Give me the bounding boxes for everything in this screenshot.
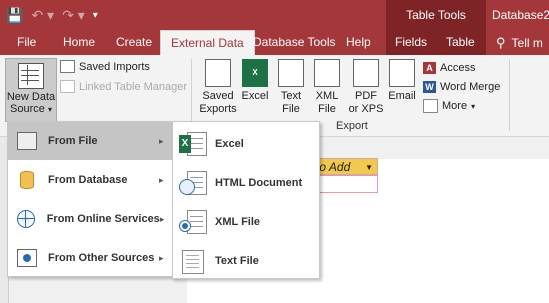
access-icon: A: [423, 62, 436, 74]
export-email-label: Email: [388, 90, 416, 102]
export-email-button[interactable]: Email: [387, 59, 417, 103]
submenu-item-excel[interactable]: X Excel: [173, 124, 319, 163]
export-text-file-button[interactable]: Text File: [276, 59, 306, 116]
export-pdf-label-1: PDF: [355, 90, 377, 102]
from-file-submenu: X Excel HTML Document XML File Text File: [172, 121, 320, 279]
export-pdf-label-2: or XPS: [348, 103, 384, 115]
ribbon-tabs: File Home Create External Data Database …: [0, 30, 549, 56]
new-data-source-label-2: Source: [10, 103, 45, 115]
chevron-down-icon[interactable]: ▼: [365, 159, 373, 176]
lightbulb-icon: ⚲: [496, 34, 506, 50]
new-data-source-label-1: New Data: [6, 91, 56, 103]
tab-fields[interactable]: Fields: [386, 30, 436, 55]
html-document-icon: [179, 170, 207, 195]
saved-imports-label: Saved Imports: [79, 60, 150, 73]
undo-icon[interactable]: ↶ ▾: [31, 7, 54, 24]
tab-table[interactable]: Table: [436, 30, 486, 55]
quick-access-toolbar: 💾 ↶ ▾ ↷ ▾ ▾: [6, 4, 98, 26]
text-file-icon: [179, 249, 207, 274]
excel-icon: X: [179, 131, 207, 156]
database-icon: [16, 170, 38, 190]
submenu-item-text-file[interactable]: Text File: [173, 241, 319, 280]
customize-qat-icon[interactable]: ▾: [93, 10, 98, 21]
tell-me-text: Tell m: [511, 35, 543, 50]
more-export-button[interactable]: More ▾: [423, 97, 475, 115]
export-access-button[interactable]: A Access: [423, 59, 475, 77]
export-text-label-1: Text: [280, 90, 302, 102]
group-separator: [509, 59, 510, 131]
click-to-add-column-header[interactable]: to Add ▼: [311, 158, 378, 175]
export-excel-button[interactable]: X Excel: [240, 59, 270, 103]
menu-item-label: From Other Sources: [48, 252, 155, 264]
tab-home[interactable]: Home: [63, 30, 95, 55]
xml-file-icon: [179, 209, 207, 234]
saved-imports-icon: [60, 60, 75, 73]
new-data-source-menu: From File ▸ From Database ▸ From Online …: [7, 121, 174, 277]
export-pdf-xps-button[interactable]: PDF or XPS: [346, 59, 386, 116]
chevron-right-icon: ▸: [159, 213, 165, 224]
export-access-label: Access: [440, 62, 476, 74]
linked-table-manager-icon: [60, 80, 75, 93]
chevron-right-icon: ▸: [159, 174, 164, 185]
chevron-right-icon: ▸: [159, 135, 164, 146]
menu-item-label: From File: [48, 135, 98, 147]
submenu-item-label: HTML Document: [215, 176, 303, 189]
pdf-icon: [353, 59, 379, 87]
xml-file-icon: [314, 59, 340, 87]
saved-exports-icon: [205, 59, 231, 87]
datasheet-cell[interactable]: [311, 175, 378, 193]
saved-exports-button[interactable]: Saved Exports: [198, 59, 238, 116]
column-header-label: to Add: [316, 160, 351, 174]
submenu-item-label: Excel: [215, 137, 244, 150]
menu-item-label: From Database: [48, 174, 128, 186]
tab-database-tools[interactable]: Database Tools: [253, 30, 336, 55]
export-excel-label: Excel: [241, 90, 269, 102]
menu-item-from-other-sources[interactable]: From Other Sources ▸: [8, 239, 173, 277]
tab-file[interactable]: File: [17, 30, 36, 55]
export-xml-label-1: XML: [315, 90, 339, 102]
saved-imports-button[interactable]: Saved Imports: [60, 58, 150, 75]
more-export-label: More: [442, 100, 468, 112]
context-tools-label: Table Tools: [386, 0, 486, 30]
globe-icon: [16, 209, 37, 229]
other-sources-icon: [16, 248, 38, 268]
file-source-icon: [16, 131, 38, 151]
tell-me-box[interactable]: ⚲ Tell m: [496, 30, 543, 55]
submenu-item-xml-file[interactable]: XML File: [173, 202, 319, 241]
tab-help[interactable]: Help: [346, 30, 371, 55]
title-bar: 💾 ↶ ▾ ↷ ▾ ▾ Table Tools Database2 :: [0, 0, 549, 30]
export-group-label: Export: [336, 120, 368, 132]
menu-item-from-file[interactable]: From File ▸: [8, 122, 173, 160]
word-merge-button[interactable]: W Word Merge: [423, 78, 500, 96]
more-icon: [423, 99, 438, 113]
word-icon: W: [423, 81, 436, 93]
email-icon: [389, 59, 415, 87]
submenu-item-label: XML File: [215, 215, 261, 228]
linked-table-manager-label: Linked Table Manager: [79, 80, 188, 93]
save-icon[interactable]: 💾: [6, 7, 23, 24]
menu-item-from-online-services[interactable]: From Online Services ▸: [8, 200, 173, 238]
document-title: Database2 :: [492, 8, 549, 22]
saved-exports-label-2: Exports: [199, 103, 237, 115]
excel-icon: X: [242, 59, 268, 87]
linked-table-manager-button[interactable]: Linked Table Manager: [60, 78, 187, 95]
chevron-down-icon: ▾: [471, 101, 476, 111]
submenu-item-html-document[interactable]: HTML Document: [173, 163, 319, 202]
menu-item-from-database[interactable]: From Database ▸: [8, 161, 173, 199]
submenu-item-label: Text File: [215, 254, 259, 267]
menu-item-label: From Online Services: [46, 213, 160, 225]
redo-icon[interactable]: ↷ ▾: [62, 7, 85, 24]
new-data-source-icon: [18, 63, 44, 89]
export-xml-file-button[interactable]: XML File: [312, 59, 342, 116]
tab-external-data[interactable]: External Data: [160, 30, 255, 56]
tab-create[interactable]: Create: [116, 30, 152, 55]
new-data-source-button[interactable]: New Data Source ▾: [5, 58, 57, 122]
chevron-right-icon: ▸: [159, 252, 164, 263]
chevron-down-icon: ▾: [47, 105, 52, 114]
export-text-label-2: File: [282, 103, 300, 115]
text-file-icon: [278, 59, 304, 87]
saved-exports-label-1: Saved: [202, 90, 234, 102]
word-merge-label: Word Merge: [440, 81, 501, 93]
export-xml-label-2: File: [318, 103, 336, 115]
